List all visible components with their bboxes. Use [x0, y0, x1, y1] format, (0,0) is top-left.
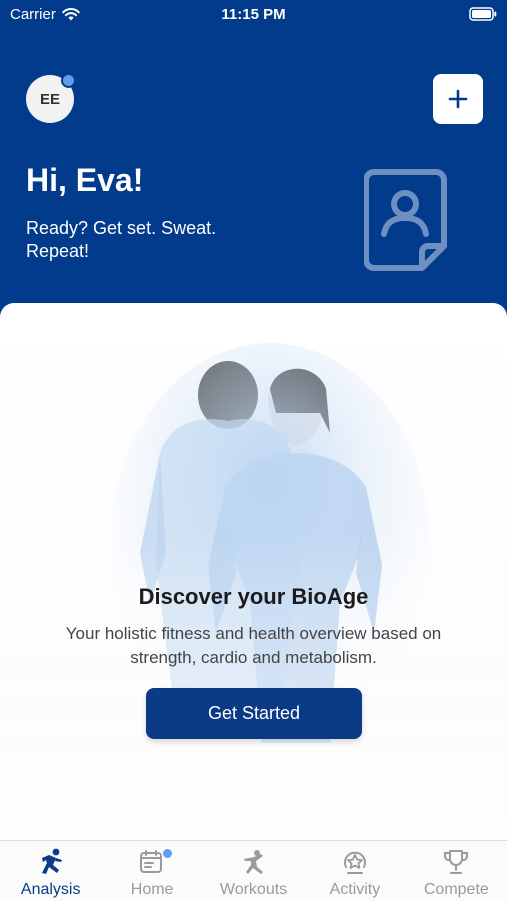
tab-activity[interactable]: Activity	[304, 841, 405, 901]
runner-icon	[41, 848, 62, 874]
card-description: Your holistic fitness and health overvie…	[65, 624, 442, 667]
avatar[interactable]: EE	[26, 73, 76, 123]
calendar-icon	[140, 850, 163, 873]
avatar-initials: EE	[39, 90, 60, 108]
profile-card-icon	[364, 169, 447, 271]
tab-label-home: Home	[130, 881, 174, 898]
greeting-title: Hi, Eva!	[26, 162, 144, 198]
get-started-button[interactable]: Get Started	[146, 688, 362, 739]
tab-label-activity: Activity	[329, 881, 381, 898]
tab-home[interactable]: Home	[101, 841, 202, 901]
tab-bar: Analysis Home Workouts Activity Compete	[0, 840, 507, 901]
trophy-icon	[444, 850, 469, 874]
tagline: Ready? Get set. Sweat. Repeat!	[26, 218, 217, 261]
tab-label-compete: Compete	[423, 881, 489, 898]
tab-label-analysis: Analysis	[20, 881, 81, 898]
star-badge-icon	[343, 851, 366, 874]
workout-icon	[243, 850, 263, 874]
tab-compete[interactable]: Compete	[406, 841, 507, 901]
tab-analysis[interactable]: Analysis	[0, 841, 101, 901]
battery-icon	[469, 7, 497, 25]
home-badge-dot	[163, 849, 173, 858]
plus-icon	[448, 89, 468, 109]
anatomy-figure-image	[0, 343, 507, 840]
bioage-card: Discover your BioAge Your holistic fitne…	[0, 303, 507, 840]
tab-workouts[interactable]: Workouts	[203, 841, 304, 901]
status-time: 11:15 PM	[221, 6, 286, 23]
header: Carrier 11:15 PM EE Hi, Eva! Ready? Get …	[0, 0, 507, 340]
notification-dot	[61, 73, 76, 88]
add-button[interactable]	[433, 74, 483, 124]
status-bar: Carrier 11:15 PM	[0, 0, 507, 30]
card-title: Discover your BioAge	[138, 584, 369, 609]
tab-label-workouts: Workouts	[219, 881, 288, 898]
